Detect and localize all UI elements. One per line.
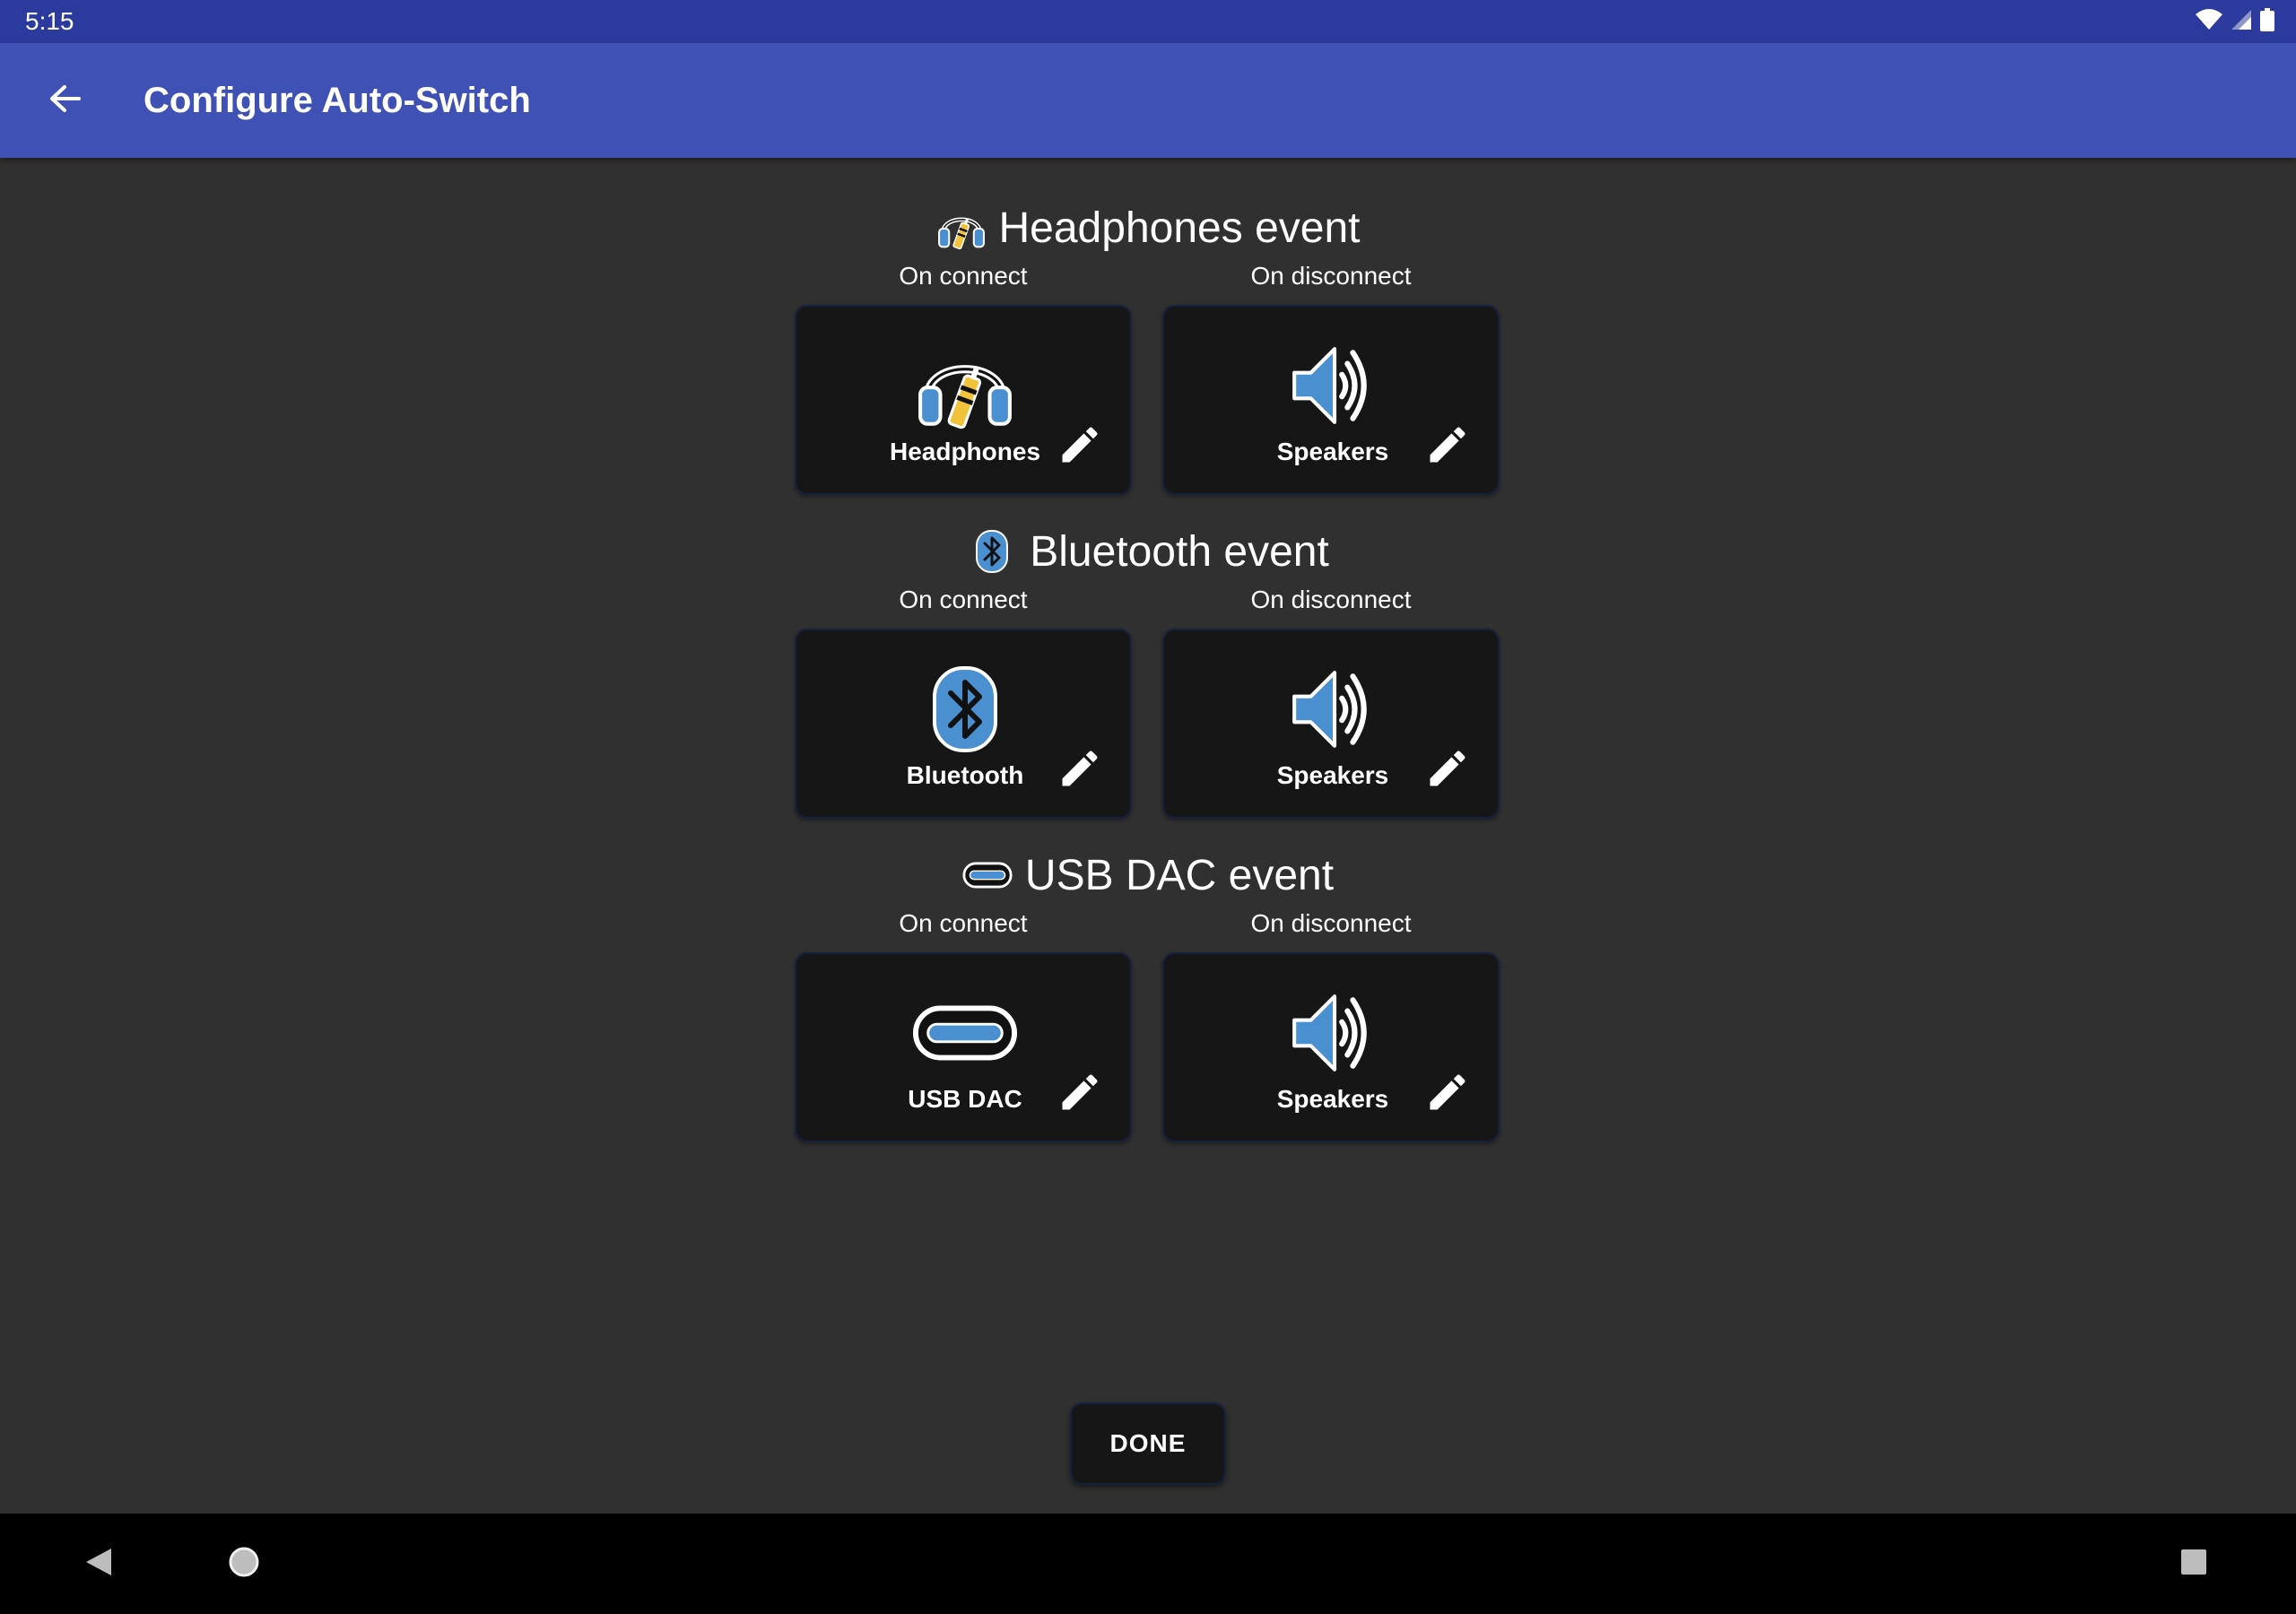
battery-icon <box>2260 7 2274 36</box>
pencil-icon <box>1424 745 1471 796</box>
usb-dac-disconnect-card[interactable]: Speakers <box>1162 952 1500 1142</box>
usb-c-icon <box>796 986 1134 1080</box>
bluetooth-icon <box>796 663 1134 756</box>
edit-button[interactable] <box>1055 1069 1105 1119</box>
on-connect-label: On connect <box>899 586 1028 613</box>
section-header: Bluetooth event <box>0 525 2296 578</box>
edit-button[interactable] <box>1422 421 1473 472</box>
pencil-icon <box>1424 421 1471 473</box>
speaker-icon <box>1164 986 1501 1080</box>
circle-home-icon <box>227 1545 261 1584</box>
bluetooth-disconnect-card[interactable]: Speakers <box>1162 629 1500 819</box>
wifi-icon <box>2196 8 2222 35</box>
triangle-back-icon <box>84 1547 113 1582</box>
section-title: Bluetooth event <box>1030 527 1329 576</box>
section-header: USB DAC event <box>0 848 2296 902</box>
bluetooth-icon <box>967 526 1017 577</box>
section-header: Headphones event <box>0 201 2296 255</box>
edit-button[interactable] <box>1055 421 1105 472</box>
usb-dac-section: USB DAC event On connect On disconnect U… <box>0 821 2296 1144</box>
on-connect-label: On connect <box>899 909 1028 937</box>
status-bar: 5:15 <box>0 0 2296 43</box>
status-icons <box>2196 7 2274 36</box>
signal-icon <box>2231 9 2251 34</box>
usb-dac-connect-card[interactable]: USB DAC <box>795 952 1132 1142</box>
edit-button[interactable] <box>1422 1069 1473 1119</box>
navigation-bar <box>0 1514 2296 1614</box>
done-button[interactable]: DONE <box>1070 1402 1226 1485</box>
headphones-section: Headphones event On connect On disconnec… <box>0 174 2296 497</box>
speaker-icon <box>1164 663 1501 756</box>
headphones-disconnect-card[interactable]: Speakers <box>1162 305 1500 495</box>
main-content: Headphones event On connect On disconnec… <box>0 158 2296 1514</box>
headphones-connect-card[interactable]: Headphones <box>795 305 1132 495</box>
back-button[interactable] <box>39 79 90 122</box>
bluetooth-section: Bluetooth event On connect On disconnect… <box>0 498 2296 820</box>
app-bar: Configure Auto-Switch <box>0 43 2296 158</box>
speaker-icon <box>1164 339 1501 432</box>
pencil-icon <box>1424 1069 1471 1120</box>
pencil-icon <box>1057 1069 1103 1120</box>
nav-back-button[interactable] <box>74 1539 124 1589</box>
nav-recents-button[interactable] <box>2169 1539 2219 1589</box>
pencil-icon <box>1057 745 1103 796</box>
edit-button[interactable] <box>1422 745 1473 795</box>
arrow-back-icon <box>48 84 81 117</box>
on-disconnect-label: On disconnect <box>1250 262 1412 290</box>
on-connect-label: On connect <box>899 262 1028 290</box>
headphones-icon <box>936 203 987 253</box>
nav-home-button[interactable] <box>219 1539 269 1589</box>
headphones-icon <box>796 339 1134 432</box>
section-title: USB DAC event <box>1024 851 1335 899</box>
square-recents-icon <box>2180 1549 2207 1580</box>
status-time: 5:15 <box>25 7 74 35</box>
pencil-icon <box>1057 421 1103 473</box>
on-disconnect-label: On disconnect <box>1250 909 1412 937</box>
page-title: Configure Auto-Switch <box>144 81 531 120</box>
usb-c-icon <box>962 850 1013 900</box>
section-title: Headphones event <box>998 204 1361 252</box>
bluetooth-connect-card[interactable]: Bluetooth <box>795 629 1132 819</box>
edit-button[interactable] <box>1055 745 1105 795</box>
on-disconnect-label: On disconnect <box>1250 586 1412 613</box>
